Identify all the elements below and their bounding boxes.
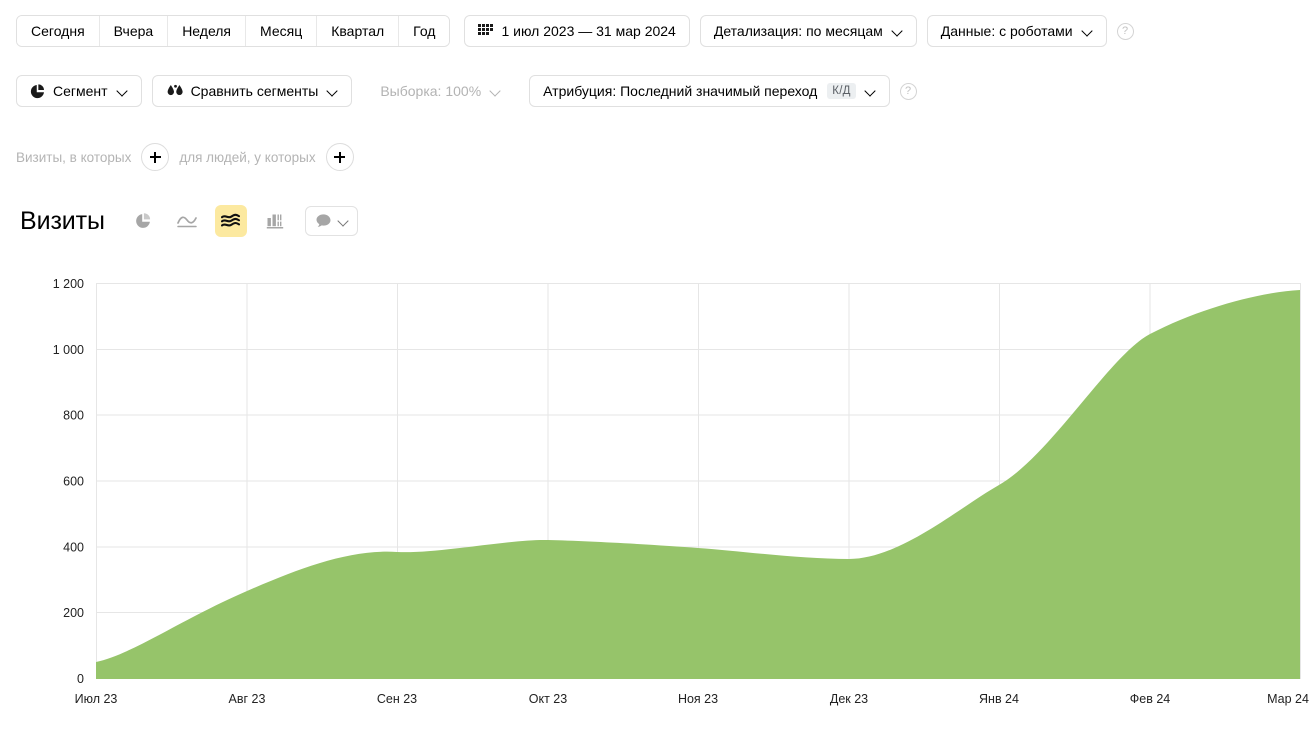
view-type-area-button[interactable] (214, 205, 247, 237)
add-people-filter-button[interactable] (325, 143, 354, 171)
segment-label: Сегмент (53, 83, 108, 99)
bar-chart-icon (266, 214, 284, 229)
x-tick-label: Фев 24 (1130, 692, 1171, 706)
comment-bubble-icon (316, 214, 331, 227)
sampling-dropdown: Выборка: 100% (366, 75, 515, 107)
period-week[interactable]: Неделя (168, 16, 247, 46)
x-tick-label: Янв 24 (979, 692, 1019, 706)
x-tick-label: Дек 23 (830, 692, 868, 706)
segment-toolbar: Сегмент Сравнить сегменты Выборка: 100% … (16, 75, 917, 107)
x-tick-label: Авг 23 (229, 692, 266, 706)
calendar-grid-icon (478, 23, 494, 35)
view-type-line-button[interactable] (171, 205, 203, 237)
pie-chart-icon (30, 83, 44, 98)
period-toolbar: Сегодня Вчера Неделя Месяц Квартал Год 1… (16, 15, 1134, 47)
y-tick-label: 1 000 (53, 343, 84, 357)
chevron-down-icon (1083, 26, 1093, 36)
chevron-down-icon (339, 216, 349, 226)
period-yesterday[interactable]: Вчера (99, 16, 169, 46)
x-tick-label: Сен 23 (377, 692, 417, 706)
chevron-down-icon (491, 86, 501, 96)
view-type-pie-button[interactable] (127, 205, 159, 237)
detail-level-dropdown[interactable]: Детализация: по месяцам (699, 15, 917, 47)
visits-filter-label: Визиты, в которых (16, 149, 132, 165)
period-button-group[interactable]: Сегодня Вчера Неделя Месяц Квартал Год (16, 15, 451, 47)
y-tick-label: 400 (63, 540, 84, 554)
chart-header: Визиты (20, 205, 358, 237)
attribution-help-icon[interactable]: ? (899, 82, 917, 100)
compare-segments-dropdown[interactable]: Сравнить сегменты (151, 75, 353, 107)
chart-svg: 1 200 1 000 800 600 400 200 0 Июл 23 Авг… (53, 277, 1309, 706)
pie-chart-icon (136, 213, 150, 228)
chevron-down-icon (118, 86, 128, 96)
line-chart-icon (177, 216, 197, 228)
chevron-down-icon (328, 86, 338, 96)
period-quarter[interactable]: Квартал (317, 16, 400, 46)
filter-row: Визиты, в которых для людей, у которых (16, 143, 364, 171)
attribution-value: Атрибуция: Последний значимый переход (543, 83, 818, 99)
period-year[interactable]: Год (399, 16, 450, 46)
x-tick-label: Ноя 23 (678, 692, 718, 706)
date-range-value: 1 июл 2023 — 31 мар 2024 (501, 23, 676, 39)
x-tick-label: Июл 23 (75, 692, 118, 706)
data-source-value: Данные: с роботами (940, 23, 1073, 39)
y-tick-label: 600 (63, 475, 84, 489)
compare-drops-icon (167, 84, 183, 95)
y-tick-label: 200 (63, 606, 84, 620)
area-chart-icon (221, 213, 241, 227)
y-tick-label: 0 (77, 672, 84, 686)
y-tick-label: 800 (63, 409, 84, 423)
comments-dropdown-button[interactable] (304, 206, 358, 236)
compare-segments-label: Сравнить сегменты (190, 83, 319, 99)
chevron-down-icon (893, 26, 903, 36)
chevron-down-icon (866, 86, 876, 96)
attribution-dropdown[interactable]: Атрибуция: Последний значимый переход К/… (529, 75, 890, 107)
data-source-dropdown[interactable]: Данные: с роботами (926, 15, 1107, 47)
period-today[interactable]: Сегодня (17, 16, 100, 46)
view-type-bar-button[interactable] (259, 205, 291, 237)
x-tick-label: Окт 23 (529, 692, 567, 706)
people-filter-label: для людей, у которых (179, 149, 316, 165)
analytics-report-page: Сегодня Вчера Неделя Месяц Квартал Год 1… (0, 0, 1316, 733)
detail-level-value: Детализация: по месяцам (713, 23, 883, 39)
segment-dropdown[interactable]: Сегмент (16, 75, 142, 107)
date-range-picker[interactable]: 1 июл 2023 — 31 мар 2024 (464, 15, 690, 47)
page-title: Визиты (20, 206, 105, 235)
sampling-value: Выборка: 100% (380, 83, 482, 99)
add-visit-filter-button[interactable] (141, 143, 170, 171)
y-tick-label: 1 200 (53, 277, 84, 291)
help-icon[interactable]: ? (1116, 22, 1134, 40)
chart-x-axis: Июл 23 Авг 23 Сен 23 Окт 23 Ноя 23 Дек 2… (75, 692, 1309, 706)
attribution-badge: К/Д (827, 83, 856, 99)
chart-y-axis: 1 200 1 000 800 600 400 200 0 (53, 277, 84, 686)
visits-area-chart: 1 200 1 000 800 600 400 200 0 Июл 23 Авг… (0, 262, 1316, 712)
x-tick-label: Мар 24 (1267, 692, 1309, 706)
period-month[interactable]: Месяц (246, 16, 318, 46)
